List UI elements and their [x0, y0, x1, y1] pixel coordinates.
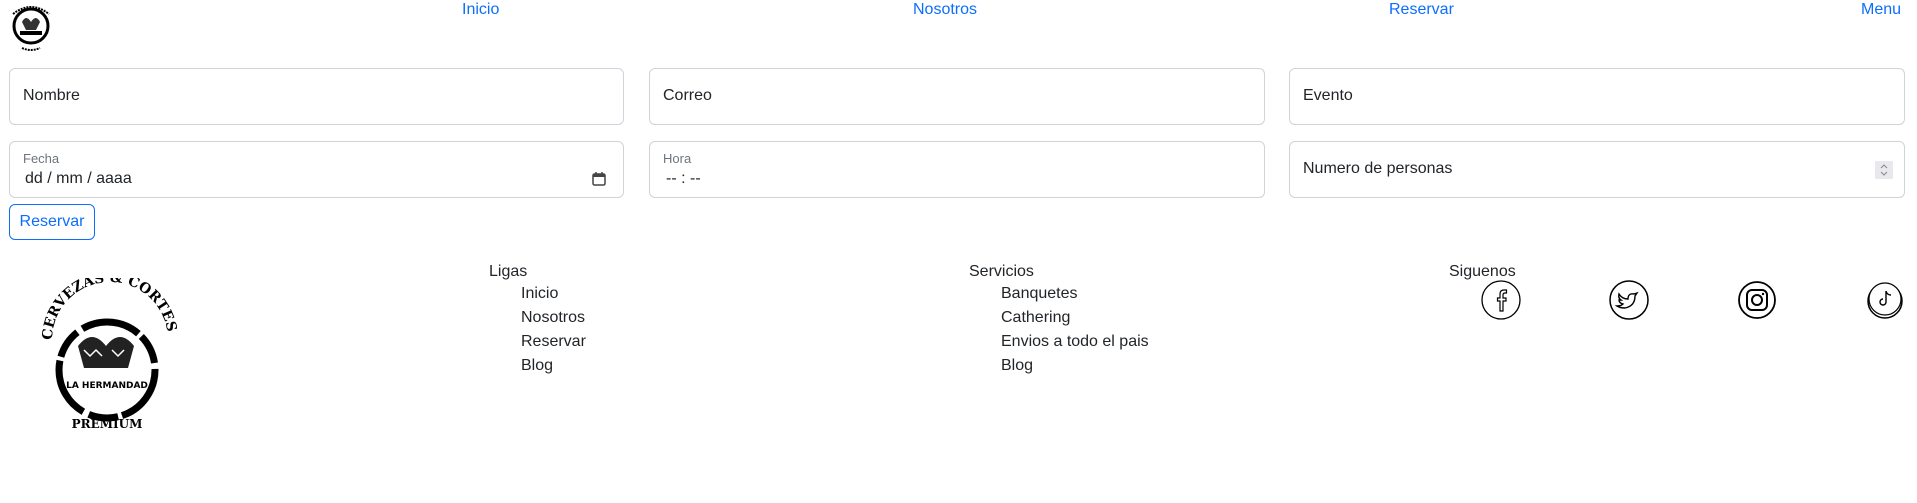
svg-text:CERVEZAS & CORTES: CERVEZAS & CORTES [40, 278, 179, 340]
footer-link-nosotros[interactable]: Nosotros [521, 308, 585, 328]
correo-placeholder: Correo [663, 87, 712, 104]
evento-placeholder: Evento [1303, 87, 1353, 104]
instagram-icon[interactable] [1737, 280, 1777, 320]
svg-text:LA HERMANDAD: LA HERMANDAD [66, 381, 148, 391]
fecha-label: Fecha [23, 151, 60, 166]
hora-value: -- : -- [666, 170, 701, 187]
twitter-icon[interactable] [1609, 280, 1649, 320]
nav-inicio[interactable]: Inicio [462, 0, 499, 20]
nav-nosotros[interactable]: Nosotros [913, 0, 977, 20]
personas-input[interactable]: Numero de personas [1289, 141, 1905, 198]
header-logo[interactable] [8, 0, 54, 52]
ligas-heading: Ligas [489, 263, 528, 280]
fecha-input[interactable]: Fecha dd / mm / aaaa [9, 141, 624, 198]
evento-input[interactable]: Evento [1289, 68, 1905, 125]
footer-link-blog[interactable]: Blog [521, 356, 553, 376]
tiktok-icon[interactable] [1865, 280, 1905, 320]
servicios-heading: Servicios [969, 263, 1034, 280]
footer-link-reservar[interactable]: Reservar [521, 332, 586, 352]
footer-link-blog-servicios[interactable]: Blog [1001, 356, 1033, 376]
footer-logo: CERVEZAS & CORTES LA HERMANDAD PRÉMIUM [40, 278, 179, 431]
personas-placeholder: Numero de personas [1303, 160, 1453, 177]
hora-label: Hora [663, 151, 692, 166]
nav-menu[interactable]: Menu [1861, 0, 1901, 20]
nav-reservar[interactable]: Reservar [1389, 0, 1454, 20]
footer-link-envios[interactable]: Envios a todo el pais [1001, 332, 1149, 352]
footer-link-banquetes[interactable]: Banquetes [1001, 284, 1078, 304]
reservar-button[interactable]: Reservar [9, 204, 95, 240]
svg-text:PRÉMIUM: PRÉMIUM [72, 416, 143, 431]
siguenos-heading: Siguenos [1449, 263, 1516, 280]
footer-link-cathering[interactable]: Cathering [1001, 308, 1070, 328]
nombre-input[interactable]: Nombre [9, 68, 624, 125]
calendar-icon[interactable] [591, 171, 607, 187]
fecha-value: dd / mm / aaaa [25, 170, 132, 187]
footer-link-inicio[interactable]: Inicio [521, 284, 558, 304]
number-spinner-icon[interactable] [1875, 161, 1893, 179]
nombre-placeholder: Nombre [23, 87, 80, 104]
hora-input[interactable]: Hora -- : -- [649, 141, 1265, 198]
facebook-icon[interactable] [1481, 280, 1521, 320]
correo-input[interactable]: Correo [649, 68, 1265, 125]
